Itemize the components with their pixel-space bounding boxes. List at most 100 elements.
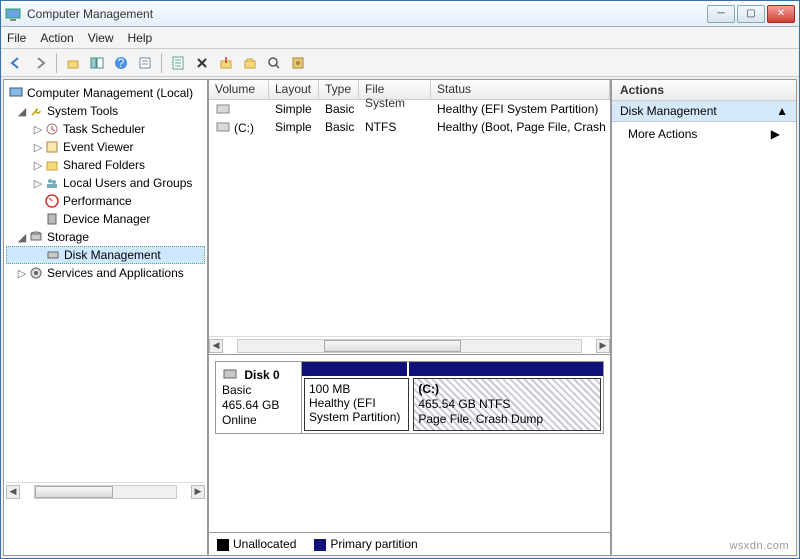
volume-grid-body[interactable]: Simple Basic Healthy (EFI System Partiti… — [209, 100, 610, 136]
disk-type: Basic — [222, 383, 251, 397]
partition-c[interactable]: (C:) 465.54 GB NTFS Page File, Crash Dum… — [413, 378, 601, 431]
scroll-right-icon[interactable]: ▶ — [596, 339, 610, 353]
show-hide-tree-button[interactable] — [86, 52, 108, 74]
tree-task-scheduler[interactable]: ▷ Task Scheduler — [6, 120, 205, 138]
close-button[interactable]: ✕ — [767, 5, 795, 23]
col-type[interactable]: Type — [319, 80, 359, 99]
tree-disk-management[interactable]: Disk Management — [6, 246, 205, 264]
computer-icon — [8, 85, 24, 101]
services-icon — [28, 265, 44, 281]
open-button[interactable] — [239, 52, 261, 74]
menu-help[interactable]: Help — [128, 31, 153, 45]
disk-state: Online — [222, 413, 257, 427]
tree-hscroll[interactable]: ◀ ▶ — [6, 482, 205, 500]
col-filesystem[interactable]: File System — [359, 80, 431, 99]
refresh-button[interactable] — [167, 52, 189, 74]
disk-graphical-view: Disk 0 Basic 465.64 GB Online 100 MB — [209, 354, 610, 555]
expand-icon[interactable]: ▷ — [32, 123, 44, 136]
tree-services-apps[interactable]: ▷ Services and Applications — [6, 264, 205, 282]
partition-status: Page File, Crash Dump — [418, 412, 543, 426]
disk-icon — [45, 247, 61, 263]
tree-label: Storage — [47, 230, 89, 244]
disk-partitions: 100 MB Healthy (EFI System Partition) (C… — [302, 362, 603, 433]
legend-unallocated: Unallocated — [217, 537, 296, 551]
folder-share-icon — [44, 157, 60, 173]
collapse-icon[interactable]: ◢ — [16, 231, 28, 244]
tree-root[interactable]: Computer Management (Local) — [6, 84, 205, 102]
partition-status: Healthy (EFI System Partition) — [309, 396, 404, 424]
menu-view[interactable]: View — [88, 31, 114, 45]
expand-icon[interactable]: ▷ — [32, 159, 44, 172]
collapse-icon[interactable]: ◢ — [16, 105, 28, 118]
table-row[interactable]: (C:) Simple Basic NTFS Healthy (Boot, Pa… — [209, 118, 610, 136]
disk-icon — [222, 366, 238, 382]
disk-info[interactable]: Disk 0 Basic 465.64 GB Online — [216, 362, 302, 433]
legend-primary: Primary partition — [314, 537, 417, 551]
expand-icon[interactable]: ▷ — [32, 141, 44, 154]
partition-header-bar — [409, 362, 603, 376]
scroll-right-icon[interactable]: ▶ — [191, 485, 205, 499]
scroll-thumb[interactable] — [35, 486, 113, 498]
tree-event-viewer[interactable]: ▷ Event Viewer — [6, 138, 205, 156]
properties-button[interactable] — [134, 52, 156, 74]
partition-efi[interactable]: 100 MB Healthy (EFI System Partition) — [304, 378, 409, 431]
col-status[interactable]: Status — [431, 80, 610, 99]
actions-more[interactable]: More Actions ▶ — [612, 122, 796, 146]
actions-section[interactable]: Disk Management ▲ — [612, 101, 796, 122]
titlebar[interactable]: Computer Management ─ ▢ ✕ — [1, 1, 799, 27]
actions-title: Actions — [612, 80, 796, 101]
partition-header-bar — [302, 362, 407, 376]
up-button[interactable] — [62, 52, 84, 74]
tree-device-manager[interactable]: Device Manager — [6, 210, 205, 228]
tree-storage[interactable]: ◢ Storage — [6, 228, 205, 246]
tree-local-users[interactable]: ▷ Local Users and Groups — [6, 174, 205, 192]
storage-icon — [28, 229, 44, 245]
device-icon — [44, 211, 60, 227]
scroll-thumb[interactable] — [324, 340, 461, 352]
partition-size: 465.54 GB NTFS — [418, 397, 510, 411]
settings-button[interactable] — [287, 52, 309, 74]
export-button[interactable] — [215, 52, 237, 74]
expand-icon[interactable]: ▷ — [32, 177, 44, 190]
col-volume[interactable]: Volume — [209, 80, 269, 99]
tree-label: Shared Folders — [63, 158, 145, 172]
tree-label: Task Scheduler — [63, 122, 145, 136]
forward-button[interactable] — [29, 52, 51, 74]
minimize-button[interactable]: ─ — [707, 5, 735, 23]
actions-section-label: Disk Management — [620, 104, 717, 118]
back-button[interactable] — [5, 52, 27, 74]
delete-button[interactable] — [191, 52, 213, 74]
svg-text:?: ? — [118, 56, 125, 70]
tree-label: Performance — [63, 194, 132, 208]
event-icon — [44, 139, 60, 155]
menu-file[interactable]: File — [7, 31, 26, 45]
expand-icon[interactable]: ▷ — [16, 267, 28, 280]
volume-grid-header: Volume Layout Type File System Status — [209, 80, 610, 100]
tree-system-tools[interactable]: ◢ System Tools — [6, 102, 205, 120]
toolbar: ? — [1, 49, 799, 77]
toolbar-separator — [56, 53, 57, 73]
users-icon — [44, 175, 60, 191]
table-row[interactable]: Simple Basic Healthy (EFI System Partiti… — [209, 100, 610, 118]
tree-label: Services and Applications — [47, 266, 184, 280]
main-panel: Volume Layout Type File System Status Si… — [208, 79, 611, 556]
maximize-button[interactable]: ▢ — [737, 5, 765, 23]
tree-label: Disk Management — [64, 248, 161, 262]
disk-row[interactable]: Disk 0 Basic 465.64 GB Online 100 MB — [215, 361, 604, 434]
tree-label: Local Users and Groups — [63, 176, 192, 190]
scroll-left-icon[interactable]: ◀ — [6, 485, 20, 499]
tree-performance[interactable]: Performance — [6, 192, 205, 210]
swatch-icon — [314, 539, 326, 551]
col-layout[interactable]: Layout — [269, 80, 319, 99]
tree-shared-folders[interactable]: ▷ Shared Folders — [6, 156, 205, 174]
grid-hscroll[interactable]: ◀ ▶ — [209, 336, 610, 354]
tree-label: Device Manager — [63, 212, 150, 226]
partition-size: 100 MB — [309, 382, 404, 396]
scroll-left-icon[interactable]: ◀ — [209, 339, 223, 353]
menu-action[interactable]: Action — [40, 31, 73, 45]
window-title: Computer Management — [27, 7, 707, 21]
help-button[interactable]: ? — [110, 52, 132, 74]
find-button[interactable] — [263, 52, 285, 74]
collapse-icon[interactable]: ▲ — [776, 104, 788, 118]
navigation-tree[interactable]: Computer Management (Local) ◢ System Too… — [3, 79, 208, 556]
